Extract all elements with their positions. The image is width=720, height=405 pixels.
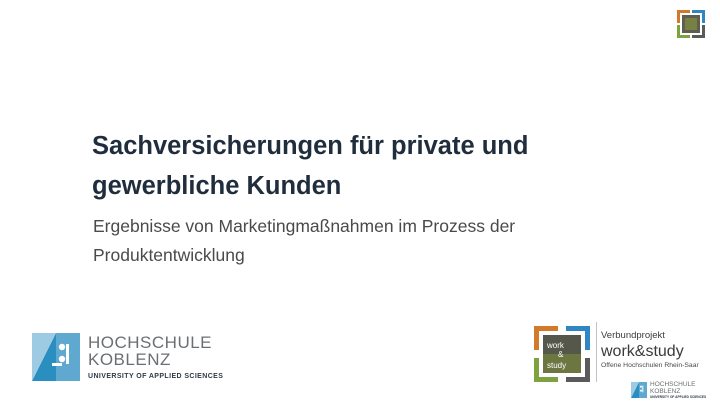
slide-subtitle: Ergebnisse von Marketingmaßnahmen im Pro… [93,212,673,270]
work-study-logo: work & study Verbundprojekt work&study O… [534,322,714,402]
work-study-tagline: Offene Hochschulen Rhein-Saar [601,362,699,369]
slide-subtitle-line: Ergebnisse von Marketingmaßnahmen im Pro… [93,216,516,236]
work-study-mark-icon: work & study [534,326,590,382]
work-study-text: Verbundprojekt work&study Offene Hochsch… [601,330,699,370]
slide-title-line: gewerbliche Kunden [92,172,342,200]
work-study-mark-word: study [547,361,566,370]
work-study-brand-name: work&study [601,343,684,360]
hochschule-koblenz-name: HOCHSCHULE KOBLENZ [88,334,212,368]
slide-title-line: Sachversicherungen für private und [92,132,529,160]
hochschule-name-line: HOCHSCHULE [88,333,213,352]
hochschule-koblenz-mark-icon [32,333,80,381]
hochschule-koblenz-mark-icon [631,382,647,398]
work-study-mark-word: work [546,341,565,350]
work-study-corner-logo [676,9,706,39]
work-study-hochschule-small-logo: HOCHSCHULE KOBLENZ UNIVERSITY OF APPLIED… [631,381,706,401]
hochschule-name-line: KOBLENZ [88,350,171,369]
work-study-mark-word: & [558,350,564,359]
work-study-project-label: Verbundprojekt [601,330,665,341]
slide: Sachversicherungen für private und gewer… [0,0,720,405]
hochschule-koblenz-tagline: UNIVERSITY OF APPLIED SCIENCES [88,373,224,380]
small-hochschule-text: HOCHSCHULE KOBLENZ UNIVERSITY OF APPLIED… [650,381,707,399]
small-hochschule-tagline: UNIVERSITY OF APPLIED SCIENCES [650,395,707,399]
hochschule-koblenz-logo: HOCHSCHULE KOBLENZ UNIVERSITY OF APPLIED… [32,333,232,383]
work-study-divider [596,322,597,382]
slide-subtitle-line: Produktentwicklung [93,245,245,265]
slide-title: Sachversicherungen für private und gewer… [92,126,652,206]
